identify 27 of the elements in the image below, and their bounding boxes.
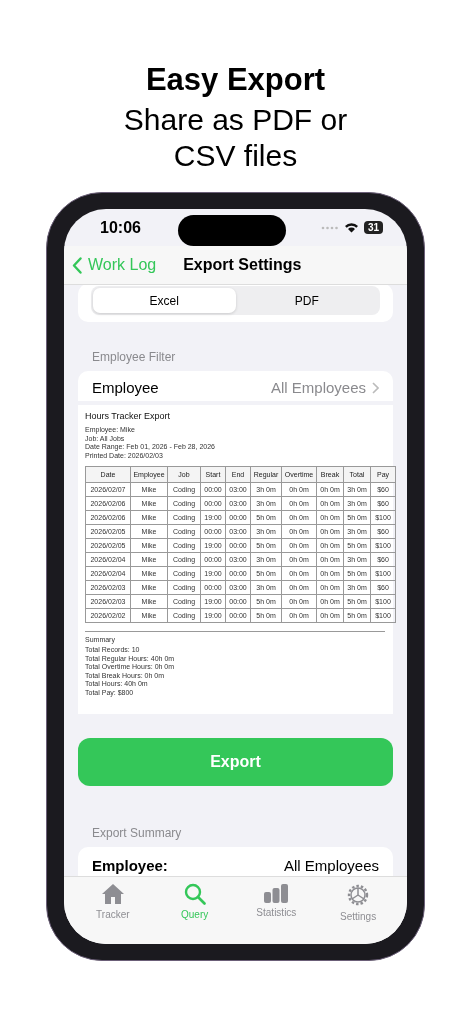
format-tab[interactable]: Excel [93,288,236,313]
house-icon [100,883,125,905]
tab-bar-item[interactable]: Query [159,877,230,944]
format-tab[interactable]: PDF [235,288,378,313]
tab-bar-item[interactable]: Statistics [241,877,312,944]
headline: Easy Export [145,62,326,98]
back-button[interactable]: Work Log [72,256,157,274]
search-icon [183,883,206,905]
tab-bar-item[interactable]: Tracker [77,877,148,944]
screen-title: Export Settings [183,256,302,274]
tab-bar-item[interactable]: Settings [323,877,394,944]
section-header: Employee Filter [91,349,177,366]
bar-chart-icon [263,883,290,903]
battery-indicator: 31 [363,221,383,234]
summary-value: All Employees [283,857,379,874]
employee-row[interactable]: Employee All Employees [78,371,393,401]
summary-label: Employee: [92,857,168,874]
section-header: Export Summary [91,825,183,842]
subheadline: Share as PDF or CSV files [122,102,349,174]
export-button[interactable]: Export [78,738,393,786]
wifi-icon [343,222,359,233]
settings-icon [346,883,371,907]
signal-icon [320,225,339,230]
document-title: Hours Tracker Export [85,411,172,421]
chevron-right-icon [372,381,379,394]
status-time: 10:06 [100,218,141,237]
chevron-left-icon [72,256,82,274]
